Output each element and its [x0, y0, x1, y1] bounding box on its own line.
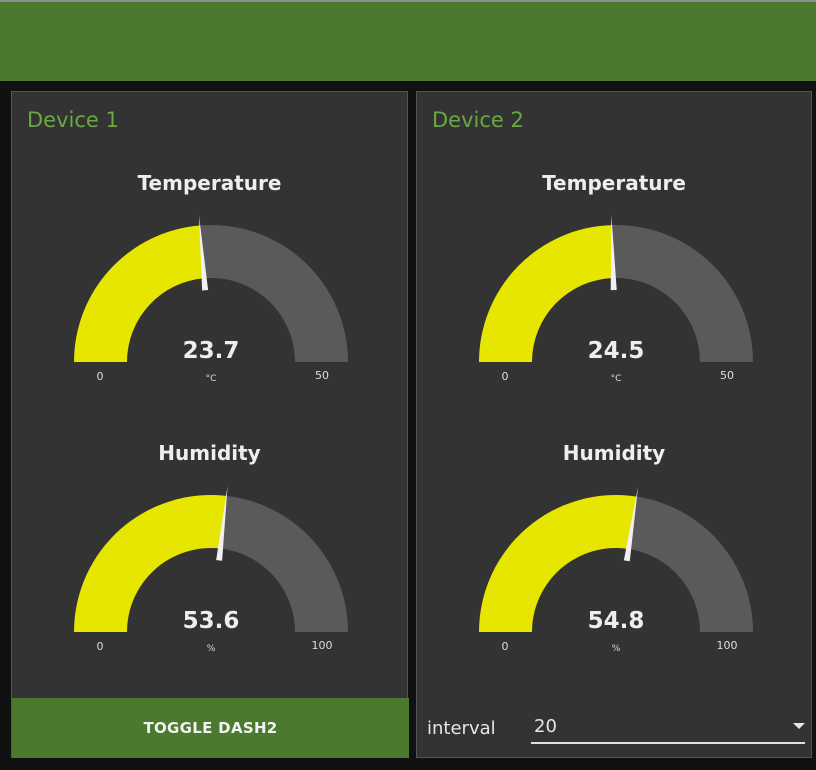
gauge-max-label: 50: [720, 369, 734, 382]
toggle-dash2-button[interactable]: TOGGLE DASH2: [12, 698, 409, 758]
device-1-panel: Device 1 Temperature 23.7 °C 0 50 Humidi…: [11, 91, 409, 758]
gauge-title-temperature: Temperature: [137, 171, 282, 195]
gauge-value: 23.7: [182, 338, 240, 364]
device-2-panel: Device 2 Temperature 24.5 °C 0 50 Humidi…: [416, 91, 812, 758]
interval-select[interactable]: 20: [531, 710, 805, 744]
caret-down-icon: [793, 723, 805, 729]
gauge-unit: °C: [205, 374, 217, 384]
gauge-min-label: 0: [96, 640, 104, 653]
panel-title: Device 2: [432, 108, 524, 132]
gauge-title-humidity: Humidity: [562, 441, 666, 465]
interval-label: interval: [427, 718, 496, 739]
panel-title: Device 1: [27, 108, 119, 132]
gauge-title-humidity: Humidity: [158, 441, 261, 465]
gauge-unit: %: [206, 644, 216, 654]
gauge-max-label: 100: [716, 639, 738, 652]
gauge-min-label: 0: [501, 640, 509, 653]
gauge-value: 24.5: [587, 338, 645, 364]
gauge-min-label: 0: [96, 370, 104, 383]
gauge-max-label: 100: [311, 639, 333, 652]
dashboard-header: [0, 2, 816, 81]
gauge-min-label: 0: [501, 370, 509, 383]
gauge-value: 54.8: [587, 608, 645, 634]
gauge-title-temperature: Temperature: [542, 171, 686, 195]
gauge-value: 53.6: [182, 608, 240, 634]
gauge-max-label: 50: [315, 369, 329, 382]
gauge-unit: °C: [610, 374, 622, 384]
gauge-unit: %: [611, 644, 621, 654]
interval-value: 20: [534, 716, 557, 737]
